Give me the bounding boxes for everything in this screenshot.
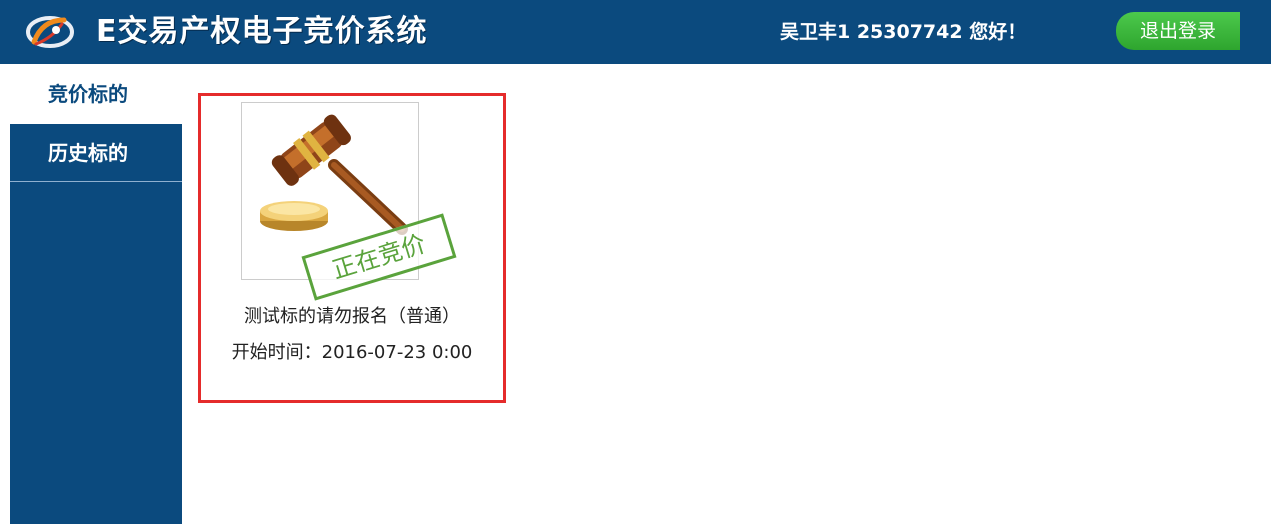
logo-icon: [22, 12, 78, 52]
sidebar: 竞价标的 历史标的: [10, 64, 182, 524]
auction-item-card[interactable]: 正在竞价 测试标的请勿报名（普通） 开始时间：2016-07-23 0:00: [198, 93, 506, 403]
top-header: E交易产权电子竞价系统 吴卫丰1 25307742 您好！ 退出登录: [0, 0, 1271, 64]
auction-start-time: 开始时间：2016-07-23 0:00: [231, 342, 473, 363]
auction-item-title[interactable]: 测试标的请勿报名（普通）: [201, 304, 503, 330]
sidebar-item-current-auctions[interactable]: 竞价标的: [10, 64, 182, 124]
user-greeting: 吴卫丰1 25307742 您好！: [780, 21, 1027, 43]
app-title: E交易产权电子竞价系统: [96, 14, 428, 49]
sidebar-item-history-auctions[interactable]: 历史标的: [10, 124, 182, 182]
logout-button[interactable]: 退出登录: [1116, 12, 1240, 50]
